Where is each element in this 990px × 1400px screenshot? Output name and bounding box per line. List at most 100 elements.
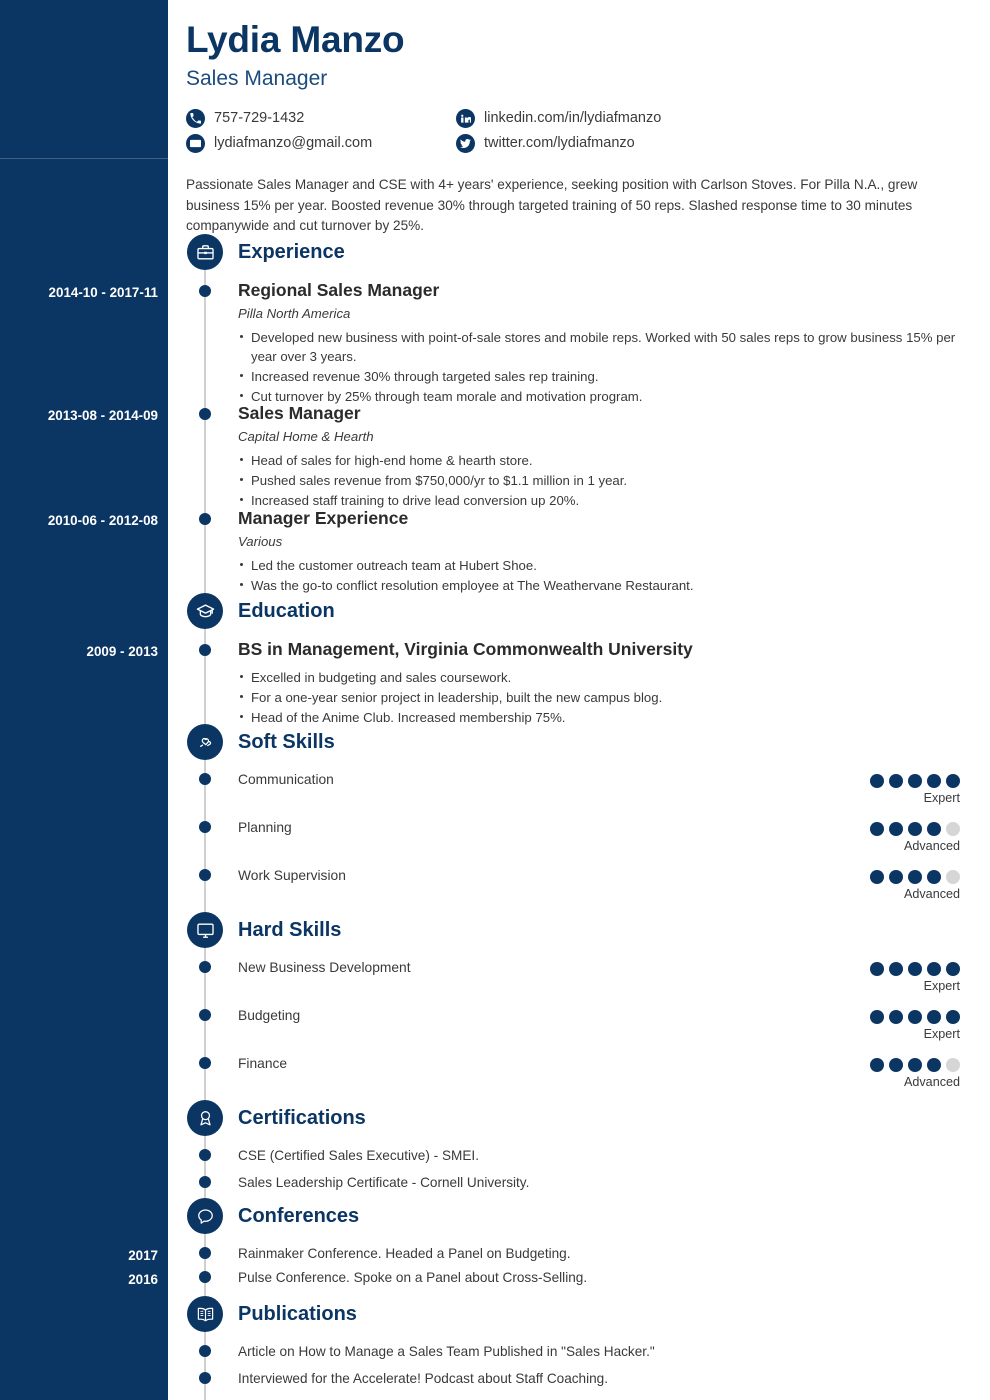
rating-dot [870,870,884,884]
rating-dot [870,962,884,976]
rating-label: Expert [923,791,960,805]
soft-skill-rating-2: Advanced [720,870,960,902]
candidate-job-title: Sales Manager [186,66,328,90]
entry-bullets: Led the customer outreach team at Hubert… [238,556,968,595]
entry-title: BS in Management, Virginia Commonwealth … [238,639,693,659]
education-entry-0: BS in Management, Virginia Commonwealth … [238,639,968,728]
timeline-dot [199,513,211,525]
resume-header: Lydia Manzo Sales Manager 757-729-1432 l… [186,18,976,168]
rating-dot [927,822,941,836]
rating-dot [870,1010,884,1024]
experience-entry-0: Regional Sales Manager Pilla North Ameri… [238,280,968,407]
award-ribbon-icon [187,1100,223,1136]
conference-item-1: Pulse Conference. Spoke on a Panel about… [238,1270,588,1285]
rating-dot [908,1058,922,1072]
soft-skill-name-1: Planning [238,820,292,835]
contact-twitter[interactable]: twitter.com/lydiafmanzo [456,131,876,156]
entry-bullet: Excelled in budgeting and sales coursewo… [238,668,968,687]
timeline-dot [199,1149,211,1161]
entry-bullet: Increased staff training to drive lead c… [238,491,968,510]
contact-column-right: linkedin.com/in/lydiafmanzo twitter.com/… [456,106,876,156]
speech-bubble-icon [187,1198,223,1234]
rating-dot [908,962,922,976]
section-title-publications: Publications [238,1303,357,1325]
certification-item-1: Sales Leadership Certificate - Cornell U… [238,1175,530,1190]
section-title-hard-skills: Hard Skills [238,919,342,941]
linkedin-text: linkedin.com/in/lydiafmanzo [484,110,662,127]
hard-skill-rating-1: Expert [720,1010,960,1042]
experience-date-0: 2014-10 - 2017-11 [48,285,158,300]
entry-bullets: Developed new business with point-of-sal… [238,328,968,406]
timeline-dot [199,408,211,420]
contact-linkedin[interactable]: linkedin.com/in/lydiafmanzo [456,106,876,131]
rating-dot [889,870,903,884]
email-text: lydiafmanzo@gmail.com [214,135,373,152]
timeline-dot [199,821,211,833]
entry-bullets: Head of sales for high-end home & hearth… [238,451,968,510]
hard-skill-name-0: New Business Development [238,960,411,975]
rating-dot [889,1058,903,1072]
timeline-dot [199,1372,211,1384]
section-title-certifications: Certifications [238,1107,366,1129]
hard-skill-name-1: Budgeting [238,1008,301,1023]
entry-bullet: Developed new business with point-of-sal… [238,328,968,366]
rating-label: Advanced [903,1075,960,1089]
graduation-cap-icon [187,593,223,629]
rating-dot [927,1010,941,1024]
contact-email[interactable]: lydiafmanzo@gmail.com [186,131,451,156]
phone-text: 757-729-1432 [214,110,305,127]
contact-block: 757-729-1432 lydiafmanzo@gmail.com linke… [186,106,976,168]
timeline-dot [199,1247,211,1259]
conference-date-1: 2016 [128,1272,158,1287]
entry-bullet: Head of sales for high-end home & hearth… [238,451,968,470]
soft-skill-rating-0: Expert [720,774,960,806]
rating-dots [720,1010,960,1024]
rating-label: Expert [923,979,960,993]
timeline-dot [199,644,211,656]
entry-bullet: Was the go-to conflict resolution employ… [238,576,968,595]
rating-dot-empty [946,822,960,836]
rating-dot [946,774,960,788]
timeline-dot [199,869,211,881]
rating-dot [908,774,922,788]
entry-title: Sales Manager [238,403,361,423]
timeline-dot [199,1271,211,1283]
rating-dot [946,962,960,976]
entry-company: Various [238,534,283,549]
entry-company: Pilla North America [238,306,351,321]
soft-skill-rating-1: Advanced [720,822,960,854]
rating-dots [720,962,960,976]
contact-phone[interactable]: 757-729-1432 [186,106,451,131]
timeline-dot [199,1345,211,1357]
twitter-icon [456,133,475,153]
section-title-education: Education [238,600,335,622]
timeline-dot [199,961,211,973]
section-title-conferences: Conferences [238,1205,360,1227]
rating-dot [889,822,903,836]
entry-bullet: Increased revenue 30% through targeted s… [238,367,968,386]
rating-dots [720,822,960,836]
rating-dot [927,774,941,788]
experience-entry-1: Sales Manager Capital Home & Hearth Head… [238,403,968,511]
soft-skill-name-2: Work Supervision [238,868,346,883]
entry-bullet: Pushed sales revenue from $750,000/yr to… [238,471,968,490]
entry-bullet: For a one-year senior project in leaders… [238,688,968,707]
resume-page: Lydia Manzo Sales Manager 757-729-1432 l… [0,0,990,1400]
rating-dot [946,1010,960,1024]
conference-date-0: 2017 [128,1248,158,1263]
timeline-dot [199,1057,211,1069]
professional-summary: Passionate Sales Manager and CSE with 4+… [186,177,918,234]
rating-label: Expert [923,1027,960,1041]
conference-item-0: Rainmaker Conference. Headed a Panel on … [238,1246,571,1261]
entry-bullet: Head of the Anime Club. Increased member… [238,708,968,727]
hard-skill-rating-0: Expert [720,962,960,994]
candidate-name: Lydia Manzo [186,19,405,60]
timeline-dot [199,1176,211,1188]
section-title-experience: Experience [238,241,345,263]
briefcase-icon [187,234,223,270]
rating-dot [927,870,941,884]
rating-dot [889,774,903,788]
experience-date-2: 2010-06 - 2012-08 [47,513,158,528]
certification-item-0: CSE (Certified Sales Executive) - SMEI. [238,1148,479,1163]
rating-dots [720,774,960,788]
